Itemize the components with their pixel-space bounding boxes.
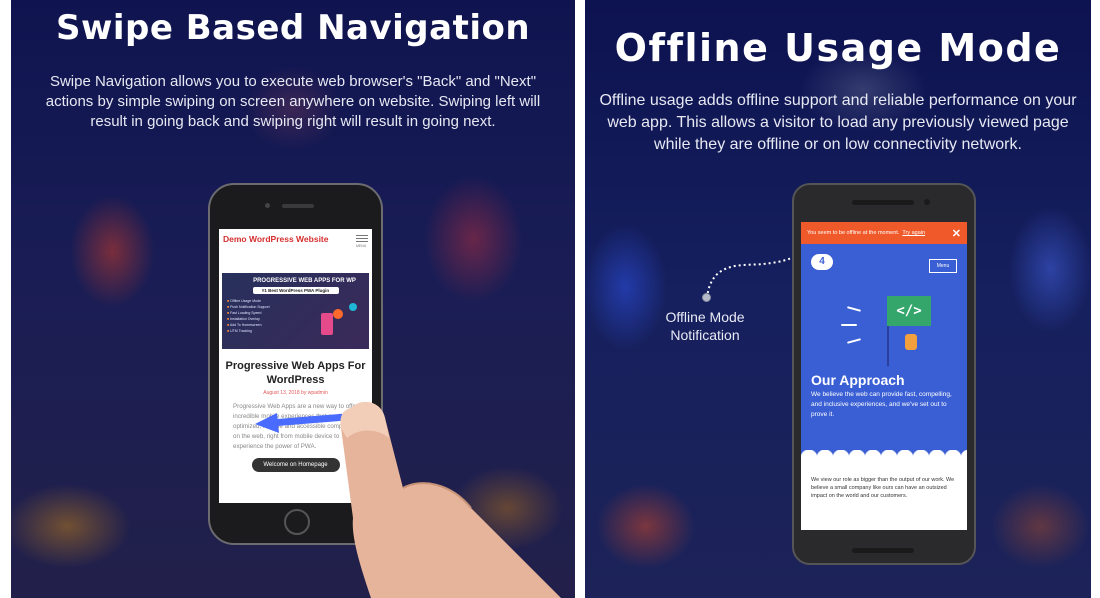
site-header: Demo WordPress Website MENU (219, 229, 372, 255)
app-logo-icon[interactable]: 4 (811, 254, 833, 270)
decorative-dash (841, 324, 857, 326)
front-camera (924, 199, 930, 205)
hamburger-menu-icon[interactable]: MENU (356, 235, 368, 248)
hand-finger-icon (340, 402, 561, 598)
offline-panel-description: Offline usage adds offline support and r… (599, 92, 1077, 153)
code-flag-icon: </> (887, 296, 931, 326)
approach-illustration: </> (801, 278, 967, 370)
footer-cloud-section: We view our role as bigger than the outp… (801, 450, 967, 530)
offline-notification-annotation: Offline Mode Notification (665, 309, 745, 343)
front-camera (265, 203, 270, 208)
banner-feature: UTM Tracking (227, 328, 364, 334)
android-screen[interactable]: You seem to be offline at the moment. Try… (801, 222, 967, 530)
person-illustration (905, 334, 917, 350)
offline-message: You seem to be offline at the moment. Try… (807, 230, 926, 236)
home-button[interactable] (284, 509, 310, 535)
bottom-speaker (852, 548, 914, 553)
swipe-navigation-panel: Swipe Based Navigation Swipe Navigation … (11, 0, 575, 598)
decorative-dot (349, 303, 357, 311)
menu-button[interactable]: Menu (929, 259, 957, 273)
post-meta: August 13, 2018 by wpadmin (263, 390, 328, 396)
post-title[interactable]: Progressive Web Apps For WordPress (219, 359, 372, 387)
decorative-dash (846, 338, 862, 344)
section-title: Our Approach (811, 372, 905, 388)
decorative-dash (846, 306, 862, 312)
earpiece-speaker (852, 200, 914, 205)
android-mockup: You seem to be offline at the moment. Try… (792, 183, 976, 565)
offline-notification-bar: You seem to be offline at the moment. Try… (801, 222, 967, 244)
site-title[interactable]: Demo WordPress Website (223, 234, 329, 244)
app-header: 4 Menu (801, 244, 967, 278)
offline-mode-panel: Offline Usage Mode Offline usage adds of… (585, 0, 1091, 598)
try-again-link[interactable]: Try again (902, 230, 925, 236)
section-text: We believe the web can provide fast, com… (811, 391, 952, 418)
phone-illustration (321, 313, 333, 335)
footer-text: We view our role as bigger than the outp… (811, 477, 955, 499)
banner-badge: #1 Best WordPress PWA Plugin (252, 287, 339, 294)
offline-panel-title: Offline Usage Mode (614, 26, 1062, 70)
banner-feature-list: Offline Usage Mode Push Notification Sup… (227, 298, 364, 334)
annotation-dot-start (702, 293, 711, 302)
earpiece-speaker (282, 204, 314, 208)
swipe-panel-title: Swipe Based Navigation (55, 8, 531, 48)
close-icon[interactable]: ✕ (952, 227, 961, 240)
banner-title: PROGRESSIVE WEB APPS FOR WP (253, 278, 356, 284)
decorative-dot (333, 309, 343, 319)
swipe-panel-description: Swipe Navigation allows you to execute w… (45, 73, 541, 130)
promo-banner: PROGRESSIVE WEB APPS FOR WP #1 Best Word… (222, 273, 369, 349)
